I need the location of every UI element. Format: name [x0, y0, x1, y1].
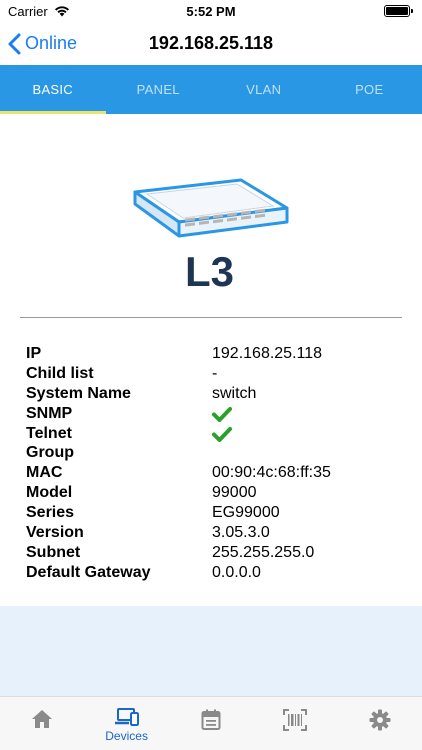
info-label: Telnet: [26, 424, 72, 442]
bottom-tab-settings[interactable]: [338, 697, 422, 750]
info-value: 99000: [212, 484, 257, 502]
bottom-tab-label: Devices: [105, 729, 148, 743]
info-value: switch: [212, 384, 257, 402]
info-row-system-name: System Name switch: [26, 384, 406, 404]
tab-poe[interactable]: POE: [317, 65, 422, 114]
battery-icon: [384, 5, 413, 17]
bottom-tab-bar: Devices: [0, 696, 422, 750]
back-label: Online: [25, 33, 78, 53]
info-row-series: Series EG99000: [26, 503, 406, 523]
info-row-version: Version 3.05.3.0: [26, 523, 406, 543]
wifi-icon: [54, 6, 69, 17]
info-label: Version: [26, 523, 84, 541]
info-row-snmp: SNMP: [26, 404, 406, 424]
checkmark-icon: [212, 406, 232, 422]
info-label: SNMP: [26, 404, 73, 422]
info-row-mac: MAC 00:90:4c:68:ff:35: [26, 463, 406, 483]
gear-icon: [369, 709, 391, 731]
info-value: -: [212, 364, 218, 382]
carrier-label: Carrier: [8, 3, 48, 19]
bottom-tab-scan[interactable]: [253, 697, 337, 750]
info-row-ip: IP 192.168.25.118: [26, 344, 406, 364]
home-icon: [32, 710, 53, 728]
devices-icon: [114, 708, 139, 726]
info-label: System Name: [26, 384, 131, 402]
info-label: Group: [26, 444, 74, 462]
back-button[interactable]: Online: [8, 33, 77, 55]
info-label: Subnet: [26, 543, 81, 561]
checkmark-icon: [212, 426, 232, 442]
info-row-subnet: Subnet 255.255.255.0: [26, 543, 406, 563]
switch-device-icon: L3: [133, 178, 289, 291]
info-value: 192.168.25.118: [212, 344, 323, 362]
info-value: EG99000: [212, 504, 280, 522]
info-value: 255.255.255.0: [212, 543, 315, 561]
bottom-tab-calendar[interactable]: [169, 697, 253, 750]
info-value: 0.0.0.0: [212, 563, 261, 581]
calendar-icon: [201, 709, 221, 730]
device-info-list: IP 192.168.25.118 Child list - System Na…: [26, 344, 406, 583]
bottom-tab-devices[interactable]: Devices: [84, 697, 168, 750]
info-label: Child list: [26, 364, 94, 382]
info-value: 3.05.3.0: [212, 523, 270, 541]
status-left: Carrier: [8, 4, 70, 19]
tab-bar: BASIC PANEL VLAN POE: [0, 65, 422, 114]
info-label: Series: [26, 504, 75, 522]
info-value: [212, 426, 232, 442]
status-bar: Carrier 5:52 PM: [0, 0, 422, 22]
info-label: MAC: [26, 464, 63, 482]
chevron-left-icon: [8, 33, 21, 54]
info-label: Model: [26, 484, 73, 502]
info-label: IP: [26, 344, 42, 362]
info-row-telnet: Telnet: [26, 424, 406, 444]
info-value: 00:90:4c:68:ff:35: [212, 464, 331, 482]
info-value: [212, 406, 232, 422]
navigation-bar: Online 192.168.25.118: [0, 22, 422, 65]
info-row-group: Group: [26, 443, 406, 463]
tab-basic[interactable]: BASIC: [0, 65, 106, 114]
tab-panel[interactable]: PANEL: [106, 65, 212, 114]
info-label: Default Gateway: [26, 563, 151, 581]
info-row-model: Model 99000: [26, 483, 406, 503]
footer-area: [0, 606, 422, 696]
info-row-default-gateway: Default Gateway 0.0.0.0: [26, 563, 406, 583]
bottom-tab-home[interactable]: [0, 697, 84, 750]
tab-vlan[interactable]: VLAN: [211, 65, 317, 114]
barcode-scan-icon: [283, 709, 308, 731]
divider: [20, 317, 402, 318]
device-illustration-area: L3: [0, 114, 422, 317]
info-row-child-list: Child list -: [26, 364, 406, 384]
layer-label: L3: [185, 248, 234, 291]
